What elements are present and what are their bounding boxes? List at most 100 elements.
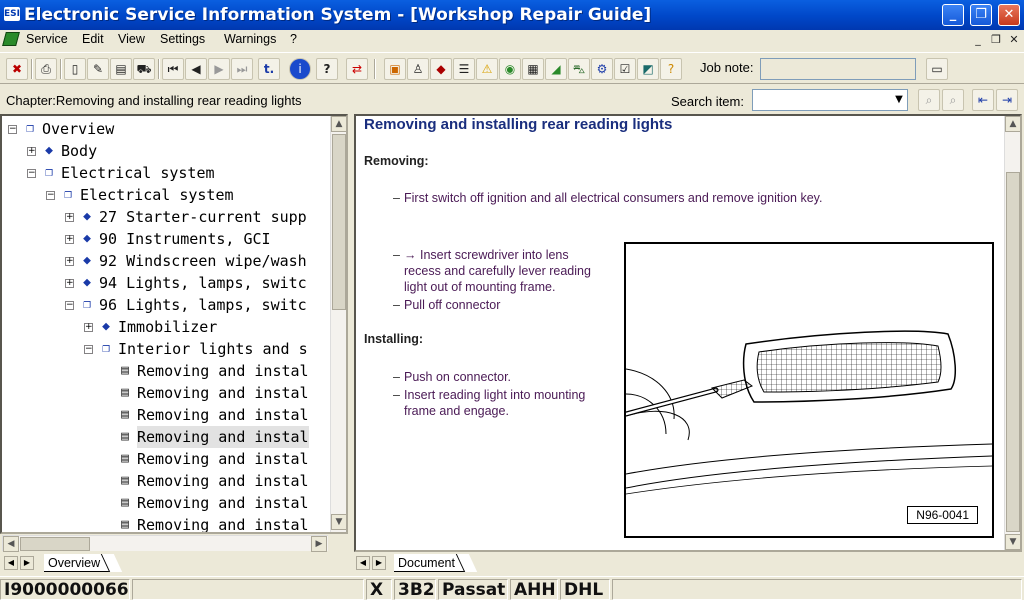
mdi-close-button[interactable]: ✕ (1006, 33, 1022, 47)
engine-icon[interactable]: ⚙ (591, 58, 613, 80)
collapse-icon[interactable]: − (27, 169, 36, 178)
notes-icon[interactable]: ▤ (110, 58, 132, 80)
tree-tab-bar: ◀ ▶ Overview (0, 554, 348, 574)
swap-icon[interactable]: ⇄ (346, 58, 368, 80)
calculator-icon[interactable]: ▦ (522, 58, 544, 80)
doc-scroll-up-button[interactable]: ▲ (1005, 116, 1020, 132)
expand-icon[interactable]: + (65, 257, 74, 266)
scroll-up-button[interactable]: ▲ (331, 116, 346, 132)
list-icon[interactable]: ☰ (453, 58, 475, 80)
document-pane: Removing and installing rear reading lig… (354, 114, 1022, 552)
help-icon[interactable]: ? (316, 58, 338, 80)
first-icon[interactable]: ⏮ (162, 58, 184, 80)
job-note-button[interactable]: ▭ (926, 58, 948, 80)
expand-icon[interactable]: + (27, 147, 36, 156)
manual-icon[interactable]: ◆ (430, 58, 452, 80)
scroll-down-button[interactable]: ▼ (331, 514, 346, 530)
doc-scroll-thumb[interactable] (1006, 172, 1020, 532)
tab-prev-icon[interactable]: ◀ (4, 556, 18, 570)
page-icon: ▤ (121, 407, 129, 422)
job-note-field[interactable] (760, 58, 916, 80)
expand-icon[interactable]: + (65, 213, 74, 222)
warning-icon[interactable]: ⚠ (476, 58, 498, 80)
search-binoculars-icon[interactable]: ⌕ (918, 89, 940, 111)
mdi-restore-button[interactable]: ❐ (988, 33, 1004, 47)
scroll-left-button[interactable]: ◀ (3, 536, 19, 552)
globe-icon[interactable]: ◉ (499, 58, 521, 80)
scroll-right-button[interactable]: ▶ (311, 536, 327, 552)
tree-row-label: Immobilizer (118, 318, 218, 336)
tree-horizontal-scrollbar[interactable]: ◀ ▶ (2, 535, 328, 552)
tree-vertical-scrollbar[interactable]: ▲ ▼ (330, 116, 346, 532)
minimize-button[interactable]: _ (942, 4, 964, 26)
dash-bullet: – (393, 298, 400, 312)
chapter-text: Chapter:Removing and installing rear rea… (6, 93, 302, 108)
diagnosis-icon[interactable]: ◩ (637, 58, 659, 80)
close-button[interactable]: ✕ (998, 4, 1020, 26)
collapse-pane-icon[interactable]: ⇤ (972, 89, 994, 111)
tab-document[interactable]: Document (394, 554, 467, 572)
dash-bullet: – (393, 370, 400, 384)
tree-row-label: Removing and instal (137, 472, 309, 490)
exit-icon[interactable]: ✖ (6, 58, 28, 80)
collapse-icon[interactable]: − (65, 301, 74, 310)
menu-help[interactable]: ? (290, 32, 297, 46)
book-green-icon[interactable]: ◢ (545, 58, 567, 80)
car-icon[interactable]: ⛍ (568, 58, 590, 80)
dash-bullet: – (393, 248, 400, 262)
tree-row-label: Removing and instal (137, 450, 309, 468)
toolbar-separator (374, 59, 376, 79)
info-icon[interactable]: i (289, 58, 311, 80)
menu-view[interactable]: View (118, 32, 145, 46)
collapse-icon[interactable]: − (84, 345, 93, 354)
tab-next-icon[interactable]: ▶ (20, 556, 34, 570)
tree-row-label: 96 Lights, lamps, switc (99, 296, 307, 314)
expand-pane-icon[interactable]: ⇥ (996, 89, 1018, 111)
person-icon[interactable]: ♙ (407, 58, 429, 80)
step-insert-screwdriver: – → Insert screwdriver into lens recess … (393, 248, 591, 294)
expand-icon[interactable]: + (65, 235, 74, 244)
back-link-icon[interactable]: t. (258, 58, 280, 80)
tab-overview[interactable]: Overview (44, 554, 113, 572)
maximize-button[interactable]: ❐ (970, 4, 992, 26)
search-input[interactable]: ▼ (752, 89, 908, 111)
page-icon: ▤ (121, 473, 129, 488)
mdi-minimize-button[interactable]: _ (970, 33, 986, 47)
tree-row-label: Removing and instal (137, 516, 309, 534)
doc-tab-prev-icon[interactable]: ◀ (356, 556, 370, 570)
menu-settings[interactable]: Settings (160, 32, 205, 46)
expand-icon[interactable]: + (65, 279, 74, 288)
page-icon: ▤ (121, 451, 129, 466)
scroll-thumb[interactable] (332, 134, 346, 310)
toolbox-icon[interactable]: ▣ (384, 58, 406, 80)
tree-row-label: Body (61, 142, 98, 160)
previous-icon[interactable]: ◀ (185, 58, 207, 80)
tree-row-label: Electrical system (61, 164, 215, 182)
open-book-icon: ❐ (45, 165, 53, 180)
help-pointer-icon[interactable]: ? (660, 58, 682, 80)
menu-warnings[interactable]: Warnings (224, 32, 276, 46)
vehicle-icon[interactable]: ⛟ (133, 58, 155, 80)
tree-row-label: Electrical system (80, 186, 234, 204)
chevron-down-icon[interactable]: ▼ (891, 90, 907, 110)
collapse-icon[interactable]: − (8, 125, 17, 134)
collapse-icon[interactable]: − (46, 191, 55, 200)
step-switch-off: – First switch off ignition and all elec… (393, 191, 823, 205)
new-document-icon[interactable]: ▯ (64, 58, 86, 80)
next-icon[interactable]: ▶ (208, 58, 230, 80)
h-scroll-thumb[interactable] (20, 537, 90, 551)
expand-icon[interactable]: + (84, 323, 93, 332)
doc-scroll-down-button[interactable]: ▼ (1005, 534, 1020, 550)
last-icon[interactable]: ⏭ (231, 58, 253, 80)
checklist-icon[interactable]: ☑ (614, 58, 636, 80)
status-trailing-field (612, 579, 1022, 600)
menu-edit[interactable]: Edit (82, 32, 104, 46)
doc-tab-next-icon[interactable]: ▶ (372, 556, 386, 570)
search-next-icon[interactable]: ⌕ (942, 89, 964, 111)
edit-document-icon[interactable]: ✎ (87, 58, 109, 80)
menu-service[interactable]: Service (26, 32, 68, 46)
chapter-bar: Chapter:Removing and installing rear rea… (0, 88, 1024, 112)
document-vertical-scrollbar[interactable]: ▲ ▼ (1004, 116, 1020, 550)
print-icon[interactable]: ⎙ (35, 58, 57, 80)
status-model-code: 3B2 (394, 579, 436, 600)
